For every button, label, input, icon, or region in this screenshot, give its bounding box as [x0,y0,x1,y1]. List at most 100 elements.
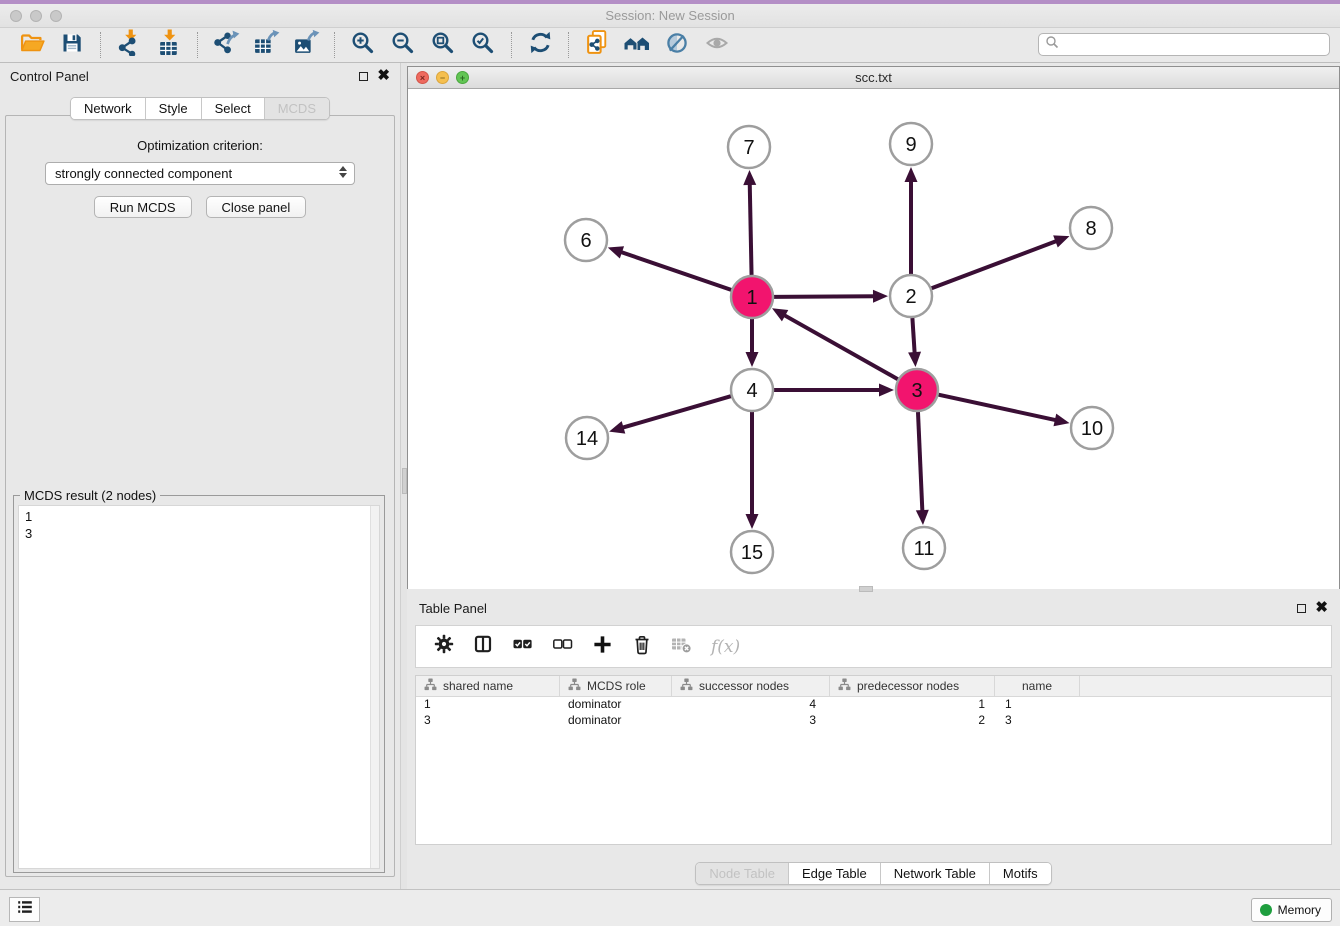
import-network-button[interactable] [109,29,149,61]
network-canvas[interactable]: 1234678910111415 [408,89,1339,589]
network-window-title: scc.txt [408,70,1339,85]
edge-1-6[interactable] [619,251,731,289]
column-label: successor nodes [699,679,789,693]
column-label: shared name [443,679,513,693]
run-mcds-button[interactable]: Run MCDS [94,196,192,218]
import-table-icon [156,29,183,61]
close-table-panel-icon[interactable]: ✖ [1315,603,1328,613]
tab-network-table[interactable]: Network Table [881,863,990,884]
table-cell[interactable]: dominator [560,713,672,729]
close-panel-button[interactable]: Close panel [206,196,307,218]
tab-motifs[interactable]: Motifs [990,863,1051,884]
table-cell[interactable]: 3 [995,713,1080,729]
horizontal-splitter-handle[interactable] [859,586,873,592]
toolbar-separator [100,32,101,58]
network-overview-button[interactable] [617,29,657,61]
control-panel-title: Control Panel [10,69,89,84]
deselect-all-button[interactable] [552,634,573,659]
table-cell[interactable]: 2 [830,713,995,729]
column-label: predecessor nodes [857,679,959,693]
open-folder-icon [19,29,46,61]
mcds-result-textarea[interactable]: 1 3 [18,505,380,869]
tab-style[interactable]: Style [146,98,202,119]
columns-icon [473,634,493,659]
select-all-button[interactable] [512,634,533,659]
control-panel: Control Panel ✖ NetworkStyleSelectMCDS O… [0,63,400,889]
show-panels-list-button[interactable] [9,897,40,922]
table-cell[interactable]: 1 [830,697,995,713]
edge-3-1[interactable] [782,314,897,379]
edge-3-10[interactable] [938,395,1057,421]
table-settings-button[interactable] [434,634,454,659]
edge-2-8[interactable] [932,240,1059,288]
table-cell[interactable]: 1 [416,697,560,713]
tab-edge-table[interactable]: Edge Table [789,863,881,884]
column-label: name [1022,679,1052,693]
tab-node-table[interactable]: Node Table [696,863,789,884]
close-panel-icon[interactable]: ✖ [377,71,390,81]
table-cell[interactable]: dominator [560,697,672,713]
column-header-predecessor-nodes[interactable]: predecessor nodes [830,676,995,696]
float-panel-icon[interactable] [359,72,368,81]
tab-select[interactable]: Select [202,98,265,119]
import-table-button[interactable] [149,29,189,61]
edge-2-3[interactable] [912,318,914,355]
toggle-style-button[interactable] [657,29,697,61]
search-input[interactable] [1063,38,1329,52]
zoom-fit-icon [430,30,456,61]
tab-mcds[interactable]: MCDS [265,98,329,119]
graph-node-label: 9 [905,134,916,156]
edge-1-7[interactable] [750,182,752,275]
table-cell[interactable]: 3 [672,713,830,729]
add-row-button[interactable] [592,634,613,660]
window-title: Session: New Session [0,8,1340,23]
edge-3-11[interactable] [918,412,922,513]
edge-1-2[interactable] [774,296,876,297]
toolbar-separator [197,32,198,58]
zoom-selected-button[interactable] [463,29,503,61]
save-session-button[interactable] [52,29,92,61]
table-cell[interactable]: 1 [995,697,1080,713]
float-table-panel-icon[interactable] [1297,604,1306,613]
show-graphics-details-button[interactable] [697,29,737,61]
show-column-button[interactable] [473,634,493,659]
edge-arrowhead [873,290,888,303]
delete-table-icon [671,635,692,659]
optimization-criterion-label: Optimization criterion: [6,138,394,153]
panel-splitter-vertical[interactable] [400,63,407,889]
table-cell[interactable]: 4 [672,697,830,713]
delete-row-button[interactable] [632,634,652,660]
column-header-successor-nodes[interactable]: successor nodes [672,676,830,696]
edge-arrowhead [609,421,625,433]
search-field[interactable] [1038,33,1330,56]
memory-status-dot [1260,904,1272,916]
zoom-selected-icon [470,30,496,61]
criterion-dropdown[interactable]: strongly connected component [45,162,355,185]
apply-layout-button[interactable] [520,29,560,61]
column-header-mcds-role[interactable]: MCDS role [560,676,672,696]
zoom-fit-button[interactable] [423,29,463,61]
result-scrollbar[interactable] [370,506,379,868]
table-cell[interactable]: 3 [416,713,560,729]
column-header-shared-name[interactable]: shared name [416,676,560,696]
memory-button[interactable]: Memory [1251,898,1332,922]
zoom-out-button[interactable] [383,29,423,61]
table-row[interactable]: 3dominator323 [416,713,1331,729]
function-builder-button[interactable]: f(x) [711,637,740,657]
duplicate-network-button[interactable] [577,29,617,61]
column-header-name[interactable]: name [995,676,1080,696]
export-network-button[interactable] [206,29,246,61]
export-image-button[interactable] [286,29,326,61]
plus-icon [592,634,613,660]
open-session-button[interactable] [12,29,52,61]
export-table-button[interactable] [246,29,286,61]
zoom-in-button[interactable] [343,29,383,61]
graph-node-label: 14 [576,428,598,450]
table-row[interactable]: 1dominator411 [416,697,1331,713]
edge-4-14[interactable] [621,396,731,428]
edge-arrowhead [908,352,921,367]
delete-table-button[interactable] [671,635,692,659]
tab-network[interactable]: Network [71,98,146,119]
graph-node-label: 6 [580,230,591,252]
save-floppy-icon [59,30,85,61]
